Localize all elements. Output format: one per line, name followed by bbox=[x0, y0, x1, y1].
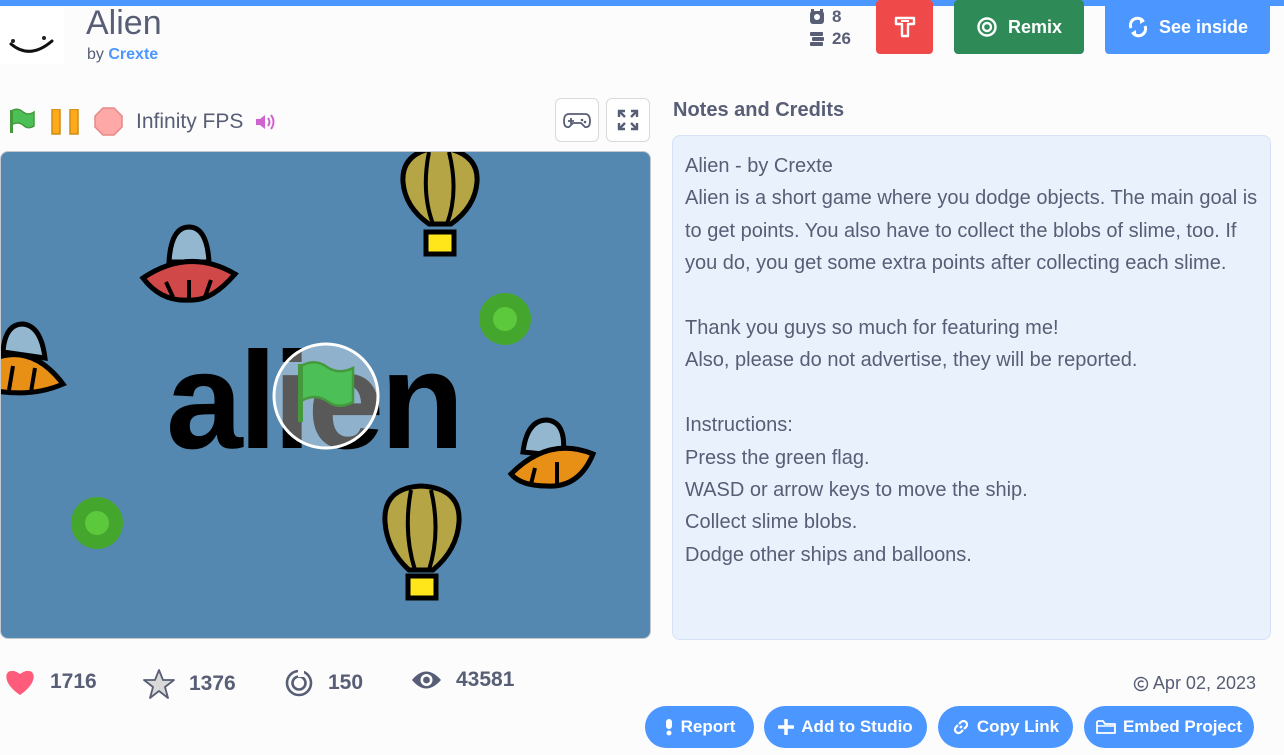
copy-link-label: Copy Link bbox=[976, 717, 1060, 736]
studios-count: 26 bbox=[832, 29, 851, 48]
pause-icon[interactable] bbox=[51, 109, 79, 135]
shared-date: Apr 02, 2023 bbox=[1133, 673, 1256, 694]
balloon-sprite bbox=[400, 152, 480, 257]
add-to-studio-label: Add to Studio bbox=[801, 717, 913, 736]
ufo-sprite-red bbox=[139, 224, 239, 303]
exclamation-icon bbox=[665, 719, 672, 736]
remix-icon bbox=[977, 17, 997, 37]
love-stat[interactable]: 1716 bbox=[4, 668, 97, 696]
project-stage[interactable]: alien bbox=[0, 151, 651, 639]
remix-count-icon bbox=[810, 9, 824, 24]
author-link[interactable]: Crexte bbox=[108, 46, 158, 63]
project-title: Alien bbox=[86, 4, 162, 42]
see-inside-label: See inside bbox=[1158, 16, 1249, 37]
remix-stat: 150 bbox=[284, 668, 363, 698]
see-inside-button[interactable]: See inside bbox=[1105, 0, 1270, 54]
remix-spiral-icon bbox=[285, 669, 313, 697]
sound-icon bbox=[256, 114, 275, 130]
slime-blob-inner bbox=[493, 307, 517, 331]
eye-icon bbox=[412, 671, 441, 689]
notes-paragraph: Alien - by Crexte Alien is a short game … bbox=[685, 155, 1258, 275]
studios-count-icon bbox=[810, 32, 824, 46]
embed-project-button[interactable]: Embed Project bbox=[1084, 706, 1254, 748]
header-counts: 8 26 bbox=[808, 6, 851, 50]
report-button[interactable]: Report bbox=[645, 706, 754, 748]
tw-extension-button[interactable] bbox=[876, 0, 933, 54]
project-stats: 1716 1376 150 43581 bbox=[0, 668, 640, 702]
ufo-sprite-orange bbox=[1, 321, 67, 396]
fullscreen-icon bbox=[617, 109, 639, 131]
notes-spacer bbox=[685, 377, 1258, 409]
add-to-studio-button[interactable]: Add to Studio bbox=[764, 706, 927, 748]
remix-button[interactable]: Remix bbox=[954, 0, 1084, 54]
gamepad-icon bbox=[563, 113, 591, 129]
copyright-icon bbox=[1133, 676, 1149, 691]
views-stat: 43581 bbox=[411, 668, 514, 692]
fullscreen-button[interactable] bbox=[606, 98, 650, 142]
link-icon bbox=[953, 719, 969, 735]
plus-icon bbox=[778, 719, 795, 735]
loves-count: 1716 bbox=[50, 670, 97, 693]
see-inside-icon bbox=[1128, 16, 1147, 38]
ufo-sprite-orange-2 bbox=[507, 417, 597, 489]
balloon-sprite-2 bbox=[382, 483, 462, 601]
green-flag-overlay[interactable] bbox=[272, 342, 380, 450]
date-text: Apr 02, 2023 bbox=[1152, 673, 1256, 693]
fps-label: Infinity FPS bbox=[136, 110, 244, 133]
by-label: by bbox=[87, 46, 104, 63]
project-byline: by Crexte bbox=[87, 46, 158, 64]
favorite-stat[interactable]: 1376 bbox=[143, 668, 236, 700]
notes-spacer bbox=[685, 280, 1258, 312]
notes-paragraph: Thank you guys so much for featuring me!… bbox=[685, 317, 1138, 372]
project-thumbnail bbox=[0, 8, 64, 64]
stop-icon[interactable] bbox=[94, 107, 123, 136]
turbowarp-icon bbox=[894, 16, 915, 38]
green-flag-icon[interactable] bbox=[8, 108, 36, 134]
notes-heading: Notes and Credits bbox=[673, 99, 845, 121]
slime-blob-2-inner bbox=[85, 511, 109, 535]
copy-link-button[interactable]: Copy Link bbox=[938, 706, 1073, 748]
views-count: 43581 bbox=[456, 668, 515, 691]
favorites-count: 1376 bbox=[189, 672, 236, 695]
heart-icon bbox=[6, 670, 34, 695]
notes-paragraph: Instructions: Press the green flag. WASD… bbox=[685, 414, 1028, 566]
remixes-count: 8 bbox=[832, 7, 842, 26]
player-controls: Infinity FPS bbox=[0, 98, 652, 146]
star-icon bbox=[143, 669, 175, 699]
embed-label: Embed Project bbox=[1122, 717, 1243, 736]
remix-label: Remix bbox=[1007, 16, 1063, 37]
folder-icon bbox=[1096, 720, 1116, 734]
remixes-stat-count: 150 bbox=[328, 671, 364, 694]
top-accent-bar bbox=[0, 0, 1284, 6]
report-label: Report bbox=[680, 717, 736, 736]
gamepad-button[interactable] bbox=[555, 98, 599, 142]
notes-box: Alien - by Crexte Alien is a short game … bbox=[672, 135, 1271, 640]
